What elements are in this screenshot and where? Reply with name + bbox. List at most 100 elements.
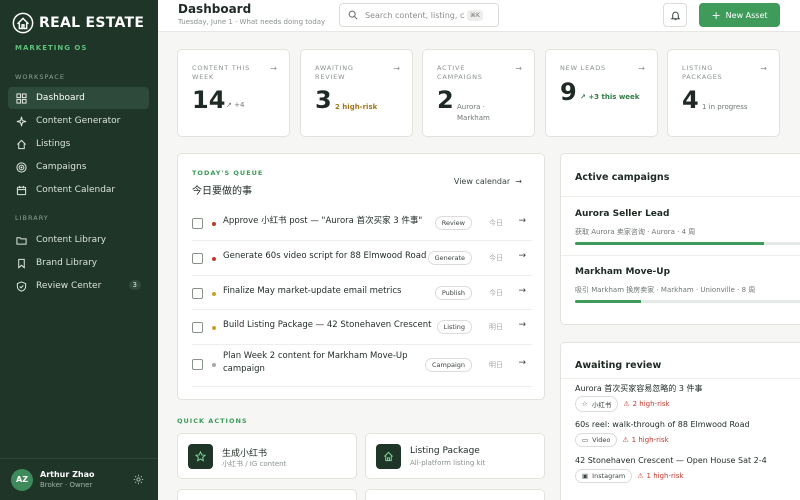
review-item-meta: ▣ Instagram ⚠ 1 high-risk [575, 469, 684, 483]
view-calendar-label: View calendar [453, 177, 511, 186]
stat-label: ACTIVE CAMPAIGNS [437, 64, 483, 81]
task-title: Finalize May market-update email metrics [223, 286, 402, 296]
new-asset-button[interactable]: + New Asset [699, 3, 780, 27]
search-box[interactable]: ⌘K [339, 3, 499, 27]
campaign-progress-bar [575, 300, 800, 303]
star-icon [195, 451, 206, 462]
stat-card-awaiting-review[interactable]: AWAITING REVIEW → 3 2 high-risk [300, 49, 413, 137]
quick-action-xiaohongshu[interactable]: 生成小红书 小红书 / IG content [177, 433, 357, 479]
divider [561, 378, 800, 379]
sidebar-item-content-calendar[interactable]: Content Calendar [8, 179, 149, 201]
folder-icon [16, 236, 27, 245]
sidebar-item-review-center[interactable]: Review Center 3 [8, 275, 149, 297]
task-row[interactable]: Plan Week 2 content for Markham Move-Up … [192, 345, 532, 387]
review-item-title: 60s reel: walk-through of 88 Elmwood Roa… [575, 420, 750, 429]
risk-label: 1 high-risk [646, 472, 684, 480]
sidebar-item-content-generator[interactable]: Content Generator [8, 110, 149, 132]
search-input[interactable] [365, 10, 465, 20]
task-title: Approve 小红书 post — "Aurora 首次买家 3 件事" [223, 216, 423, 226]
task-checkbox[interactable] [192, 218, 203, 229]
task-row[interactable]: Finalize May market-update email metrics… [192, 276, 532, 310]
arrow-right-icon[interactable]: → [518, 320, 526, 330]
stat-card-active-campaigns[interactable]: ACTIVE CAMPAIGNS → 2 Aurora · Markham [422, 49, 535, 137]
quick-action-card[interactable] [365, 489, 545, 500]
page-title: Dashboard [178, 2, 252, 16]
brand-tagline: MARKETING OS [15, 44, 88, 52]
notifications-button[interactable] [663, 3, 687, 27]
user-profile[interactable]: AZ Arthur Zhao Broker · Owner [0, 458, 158, 500]
calendar-icon [16, 185, 27, 195]
arrow-right-icon: → [760, 64, 767, 73]
stat-card-listing-packages[interactable]: LISTING PACKAGES → 4 1 in progress [667, 49, 780, 137]
home-icon [384, 451, 393, 462]
shield-icon [16, 280, 27, 292]
quick-action-listing-package[interactable]: Listing Package All-platform listing kit [365, 433, 545, 479]
campaign-progress-bar [575, 242, 800, 245]
stat-label: NEW LEADS [560, 64, 606, 72]
task-row[interactable]: Build Listing Package — 42 Stonehaven Cr… [192, 310, 532, 345]
arrow-right-icon[interactable]: → [518, 216, 526, 226]
task-checkbox[interactable] [192, 253, 203, 264]
sidebar-item-campaigns[interactable]: Campaigns [8, 156, 149, 178]
priority-dot [212, 292, 216, 296]
gear-icon[interactable] [133, 474, 144, 485]
campaign-name: Markham Move-Up [575, 267, 671, 277]
task-tag: Review [434, 216, 472, 230]
quick-action-card[interactable] [177, 489, 357, 500]
queue-title: 今日要做的事 [192, 186, 252, 197]
sidebar-item-label: Dashboard [36, 93, 85, 103]
stat-note-text: +4 [234, 101, 245, 109]
task-checkbox[interactable] [192, 288, 203, 299]
stat-note: 1 in progress [702, 103, 748, 111]
arrow-right-icon[interactable]: → [518, 286, 526, 296]
user-role: Broker · Owner [40, 481, 93, 489]
platform-label: Instagram [592, 472, 626, 480]
progress-fill [575, 300, 642, 303]
task-row[interactable]: Approve 小红书 post — "Aurora 首次买家 3 件事" Re… [192, 206, 532, 241]
review-item-title: 42 Stonehaven Crescent — Open House Sat … [575, 456, 767, 465]
avatar: AZ [11, 468, 33, 491]
campaigns-card-title: Active campaigns [575, 172, 670, 183]
sparkle-icon [16, 116, 27, 126]
task-title: Plan Week 2 content for Markham Move-Up … [223, 351, 408, 374]
task-day: 今日 [489, 219, 503, 227]
task-checkbox[interactable] [192, 359, 203, 370]
sidebar-item-label: Listings [36, 139, 71, 149]
risk-indicator: ⚠ 2 high-risk [623, 400, 669, 408]
sidebar: REAL ESTATE MARKETING OS WORKSPACE Dashb… [0, 0, 158, 500]
video-icon: ▭ [582, 436, 589, 444]
view-calendar-link[interactable]: View calendar → [454, 177, 522, 186]
star-icon: ☆ [582, 400, 588, 408]
task-day: 今日 [489, 254, 503, 262]
arrow-right-icon[interactable]: → [518, 251, 526, 261]
sidebar-item-brand-library[interactable]: Brand Library [8, 252, 149, 274]
review-item-title: Aurora 首次买家容易忽略的 3 件事 [575, 384, 703, 393]
warning-icon: ⚠ [637, 472, 644, 480]
sidebar-item-dashboard[interactable]: Dashboard [8, 87, 149, 109]
review-item-meta: ▭ Video ⚠ 1 high-risk [575, 433, 669, 447]
sidebar-item-content-library[interactable]: Content Library [8, 229, 149, 251]
stat-label: AWAITING REVIEW [315, 64, 354, 81]
arrow-right-icon: → [638, 64, 645, 73]
library-section-label: LIBRARY [15, 214, 49, 222]
page-subtitle: Tuesday, June 1 · What needs doing today [178, 18, 326, 26]
task-row[interactable]: Generate 60s video script for 88 Elmwood… [192, 241, 532, 276]
sidebar-item-label: Content Generator [36, 116, 121, 126]
sidebar-item-listings[interactable]: Listings [8, 133, 149, 155]
review-card-title: Awaiting review [575, 360, 662, 371]
todays-queue-card: TODAY'S QUEUE 今日要做的事 View calendar → App… [177, 153, 545, 400]
task-checkbox[interactable] [192, 322, 203, 333]
quick-action-subtitle: All-platform listing kit [410, 459, 486, 467]
sidebar-item-label: Content Library [36, 235, 107, 245]
top-header: Dashboard Tuesday, June 1 · What needs d… [158, 0, 800, 32]
priority-dot [212, 222, 216, 226]
campaign-subtitle: 吸引 Markham 换房卖家 · Markham · Unionville ·… [575, 286, 756, 294]
sidebar-item-label: Campaigns [36, 162, 87, 172]
stat-card-new-leads[interactable]: NEW LEADS → 9 ↗ +3 this week [545, 49, 658, 137]
quick-action-icon-box [376, 444, 401, 469]
arrow-right-icon[interactable]: → [518, 358, 526, 368]
stat-label: CONTENT THIS WEEK [192, 64, 250, 81]
brand-name: REAL ESTATE [39, 15, 145, 31]
brand-logo[interactable]: REAL ESTATE [12, 12, 144, 34]
stat-card-content-this-week[interactable]: CONTENT THIS WEEK → 14 ↗ +4 [177, 49, 290, 137]
